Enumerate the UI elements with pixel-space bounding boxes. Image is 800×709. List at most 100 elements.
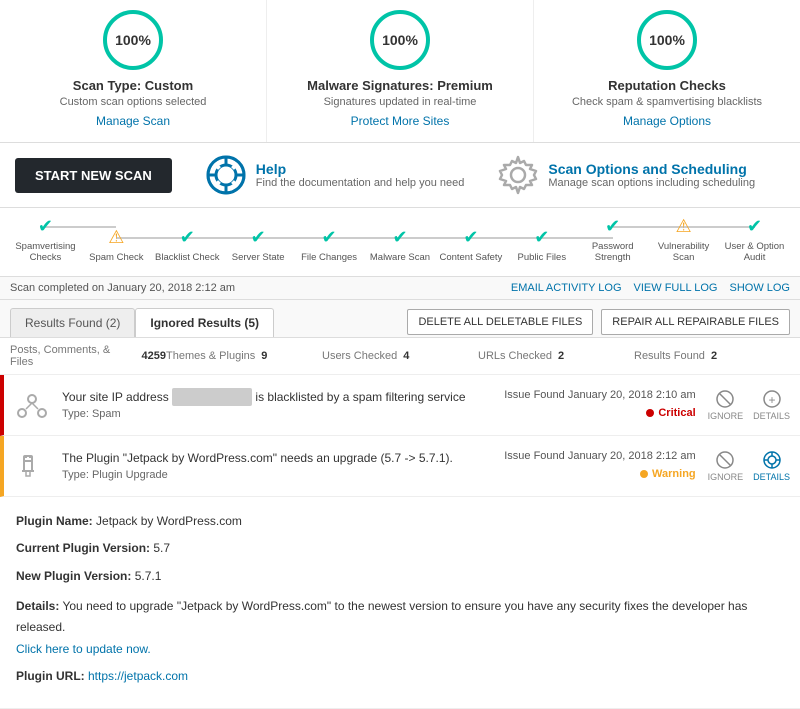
wrench-icon — [16, 450, 48, 482]
check-blacklist: ✔ Blacklist Check — [152, 227, 223, 263]
manage-options-link[interactable]: Manage Options — [623, 114, 711, 128]
ignore-button-plugin[interactable]: IGNORE — [708, 450, 744, 482]
view-full-log-link[interactable]: VIEW FULL LOG — [634, 282, 718, 294]
result-meta-plugin: Issue Found January 20, 2018 2:12 am War… — [504, 450, 695, 481]
scan-options-text: Scan Options and Scheduling Manage scan … — [548, 161, 755, 189]
ignore-icon — [715, 389, 735, 409]
manage-scan-link[interactable]: Manage Scan — [96, 114, 170, 128]
stat-malware: 100% Malware Signatures: Premium Signatu… — [267, 0, 534, 142]
check-label: Password Strength — [577, 241, 648, 264]
check-label: Blacklist Check — [155, 252, 219, 263]
malware-sub: Signatures updated in real-time — [282, 96, 518, 108]
stat-themes-value: 9 — [261, 350, 267, 362]
check-content-safety: ✔ Content Safety — [435, 227, 506, 263]
result-text-plugin: The Plugin "Jetpack by WordPress.com" ne… — [62, 449, 492, 467]
tab-results-found[interactable]: Results Found (2) — [10, 308, 135, 337]
check-malware: ✔ Malware Scan — [365, 227, 436, 263]
check-ok-icon: ✔ — [534, 227, 549, 248]
stat-urls: URLs Checked 2 — [478, 344, 634, 368]
detail-new-version: New Plugin Version: 5.7.1 — [16, 566, 784, 588]
check-server-state: ✔ Server State — [223, 227, 294, 263]
stat-urls-value: 2 — [558, 350, 564, 362]
result-item-plugin: The Plugin "Jetpack by WordPress.com" ne… — [0, 436, 800, 497]
check-ok-icon: ✔ — [747, 216, 762, 237]
repair-repairable-button[interactable]: REPAIR ALL REPAIRABLE FILES — [601, 309, 790, 335]
stat-users-value: 4 — [403, 350, 409, 362]
check-user-audit: ✔ User & Option Audit — [719, 216, 790, 264]
help-section: Help Find the documentation and help you… — [192, 155, 479, 195]
update-link[interactable]: Click here to update now. — [16, 642, 151, 656]
check-label: Malware Scan — [370, 252, 430, 263]
checks-list: ✔ Spamvertising Checks ⚠ Spam Check ✔ Bl… — [10, 216, 790, 264]
check-ok-icon: ✔ — [251, 227, 266, 248]
start-new-scan-button[interactable]: START NEW SCAN — [15, 158, 172, 193]
stat-users: Users Checked 4 — [322, 344, 478, 368]
check-label: Content Safety — [439, 252, 502, 263]
reputation-title: Reputation Checks — [549, 78, 785, 93]
svg-text:+: + — [768, 393, 775, 407]
details-icon — [762, 450, 782, 470]
result-severity-spam: Critical — [646, 407, 695, 419]
reputation-circle: 100% — [637, 10, 697, 70]
scan-type-sub: Custom scan options selected — [15, 96, 251, 108]
stats-row: Posts, Comments, & Files 4259 Themes & P… — [0, 338, 800, 375]
tab-ignored-results[interactable]: Ignored Results (5) — [135, 308, 274, 337]
checks-bar: ✔ Spamvertising Checks ⚠ Spam Check ✔ Bl… — [0, 208, 800, 277]
scan-completed-text: Scan completed on January 20, 2018 2:12 … — [10, 282, 235, 294]
stat-posts: Posts, Comments, & Files 4259 — [10, 344, 166, 368]
check-label: Vulnerability Scan — [648, 241, 719, 264]
detail-current-version: Current Plugin Version: 5.7 — [16, 538, 784, 560]
ignore-button-spam[interactable]: IGNORE — [708, 389, 744, 421]
result-item-spam: Your site IP address is blacklisted by a… — [0, 375, 800, 436]
ip-blurred — [172, 388, 252, 406]
scan-options-title: Scan Options and Scheduling — [548, 161, 755, 177]
gear-icon — [498, 155, 538, 195]
result-date-spam: Issue Found January 20, 2018 2:10 am — [504, 389, 695, 401]
plugin-url-link[interactable]: https://jetpack.com — [88, 669, 188, 683]
check-label: File Changes — [301, 252, 357, 263]
result-main-spam: Your site IP address is blacklisted by a… — [62, 388, 492, 423]
stat-users-label: Users Checked — [322, 350, 397, 362]
check-ok-icon: ✔ — [38, 216, 53, 237]
results-tabs: Results Found (2) Ignored Results (5) DE… — [0, 300, 800, 338]
check-spam: ⚠ Spam Check — [81, 227, 152, 263]
delete-deletable-button[interactable]: DELETE ALL DELETABLE FILES — [407, 309, 593, 335]
malware-title: Malware Signatures: Premium — [282, 78, 518, 93]
help-text: Help Find the documentation and help you… — [256, 161, 465, 189]
result-severity-plugin: Warning — [640, 468, 696, 480]
result-date-plugin: Issue Found January 20, 2018 2:12 am — [504, 450, 695, 462]
check-label: User & Option Audit — [719, 241, 790, 264]
lifepreserver-icon — [206, 155, 246, 195]
check-label: Server State — [232, 252, 285, 263]
check-ok-icon: ✔ — [392, 227, 407, 248]
plugin-icon — [14, 448, 50, 484]
details-button-plugin[interactable]: DETAILS — [753, 450, 790, 482]
result-actions-spam: IGNORE + DETAILS — [708, 389, 790, 421]
top-stats-section: 100% Scan Type: Custom Custom scan optio… — [0, 0, 800, 143]
check-ok-icon: ✔ — [463, 227, 478, 248]
stat-results-value: 2 — [711, 350, 717, 362]
detail-details: Details: You need to upgrade "Jetpack by… — [16, 596, 784, 661]
email-activity-log-link[interactable]: EMAIL ACTIVITY LOG — [511, 282, 622, 294]
stat-reputation: 100% Reputation Checks Check spam & spam… — [534, 0, 800, 142]
protect-sites-link[interactable]: Protect More Sites — [351, 114, 450, 128]
check-warn-icon: ⚠ — [108, 227, 124, 248]
help-title: Help — [256, 161, 465, 177]
check-label: Spamvertising Checks — [10, 241, 81, 264]
malware-circle: 100% — [370, 10, 430, 70]
scan-type-title: Scan Type: Custom — [15, 78, 251, 93]
detail-panel: Plugin Name: Jetpack by WordPress.com Cu… — [0, 497, 800, 709]
check-file-changes: ✔ File Changes — [294, 227, 365, 263]
details-button-spam[interactable]: + DETAILS — [753, 389, 790, 421]
result-actions-plugin: IGNORE DETAILS — [708, 450, 790, 482]
result-text-spam: Your site IP address is blacklisted by a… — [62, 388, 492, 406]
show-log-link[interactable]: SHOW LOG — [729, 282, 790, 294]
reputation-sub: Check spam & spamvertising blacklists — [549, 96, 785, 108]
stat-scan-type: 100% Scan Type: Custom Custom scan optio… — [0, 0, 267, 142]
scan-options-sub: Manage scan options including scheduling — [548, 177, 755, 189]
check-password-strength: ✔ Password Strength — [577, 216, 648, 264]
check-ok-icon: ✔ — [180, 227, 195, 248]
result-type-plugin: Type: Plugin Upgrade — [62, 467, 492, 484]
result-main-plugin: The Plugin "Jetpack by WordPress.com" ne… — [62, 449, 492, 484]
result-type-spam: Type: Spam — [62, 406, 492, 423]
